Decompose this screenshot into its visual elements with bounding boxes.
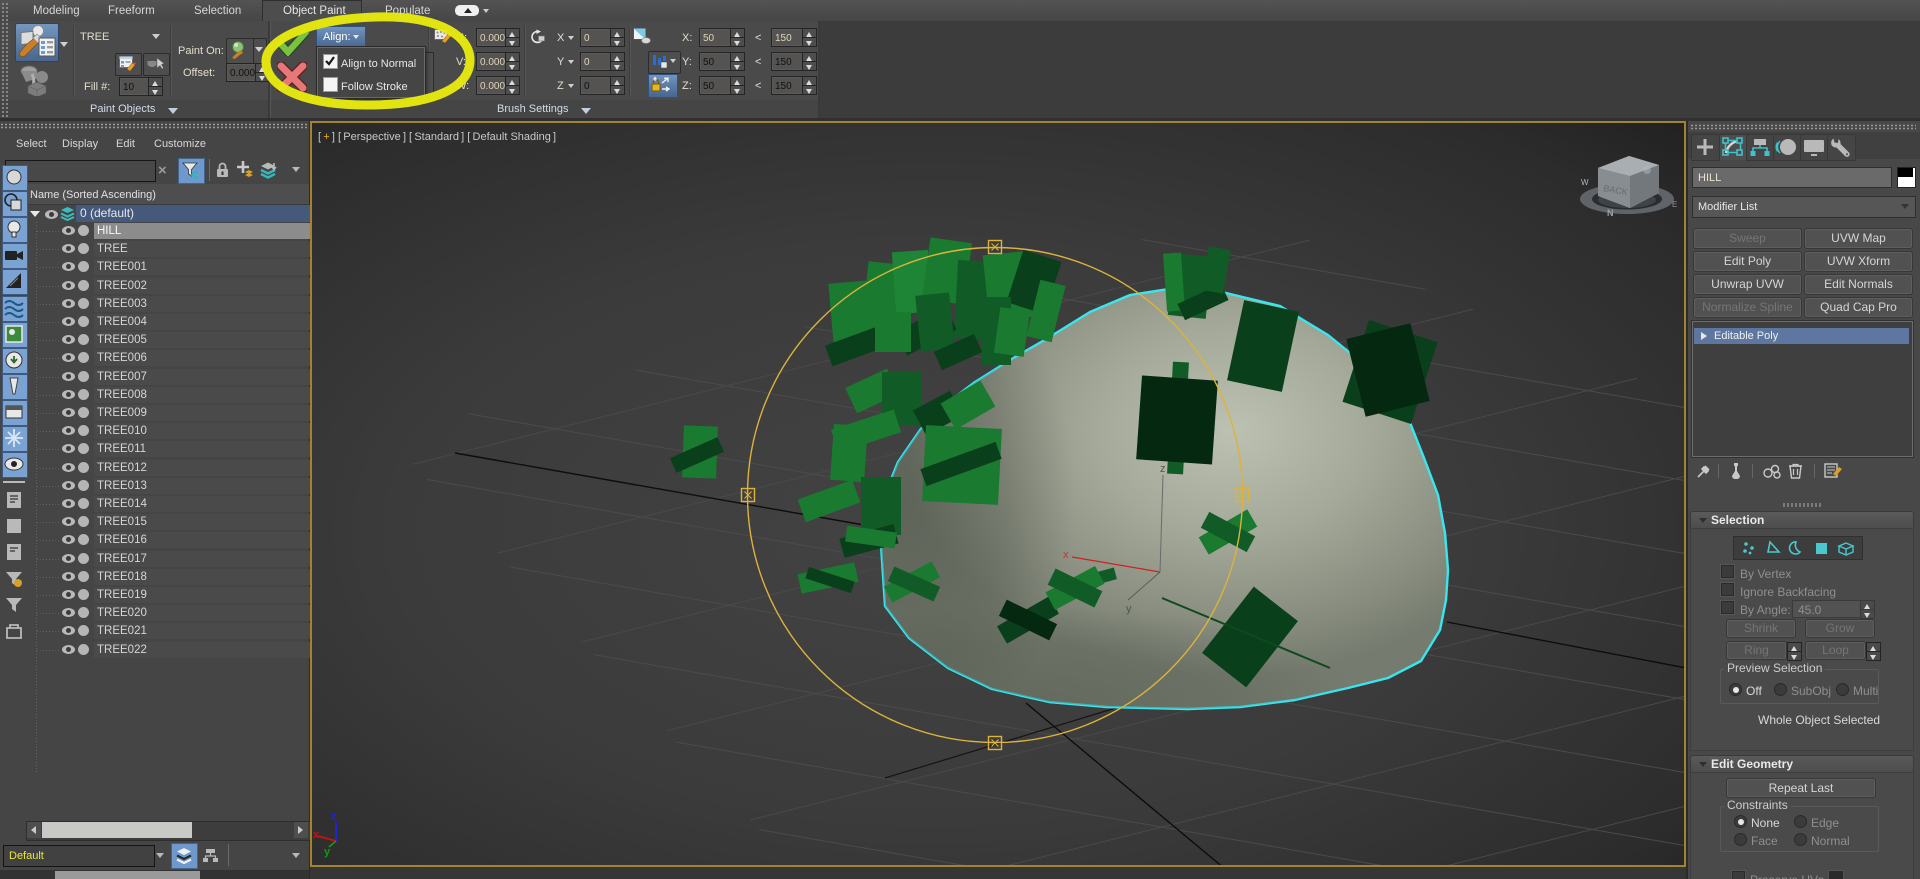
svg-text:x: x <box>313 829 320 841</box>
svg-text:W: W <box>1581 178 1589 187</box>
svg-text:z: z <box>1160 463 1166 475</box>
svg-text:x: x <box>1063 549 1069 561</box>
svg-text:y: y <box>324 846 331 858</box>
svg-text:y: y <box>1126 603 1132 615</box>
svg-text:N: N <box>1607 208 1614 218</box>
svg-text:E: E <box>1672 200 1677 209</box>
svg-text:z: z <box>331 811 337 823</box>
